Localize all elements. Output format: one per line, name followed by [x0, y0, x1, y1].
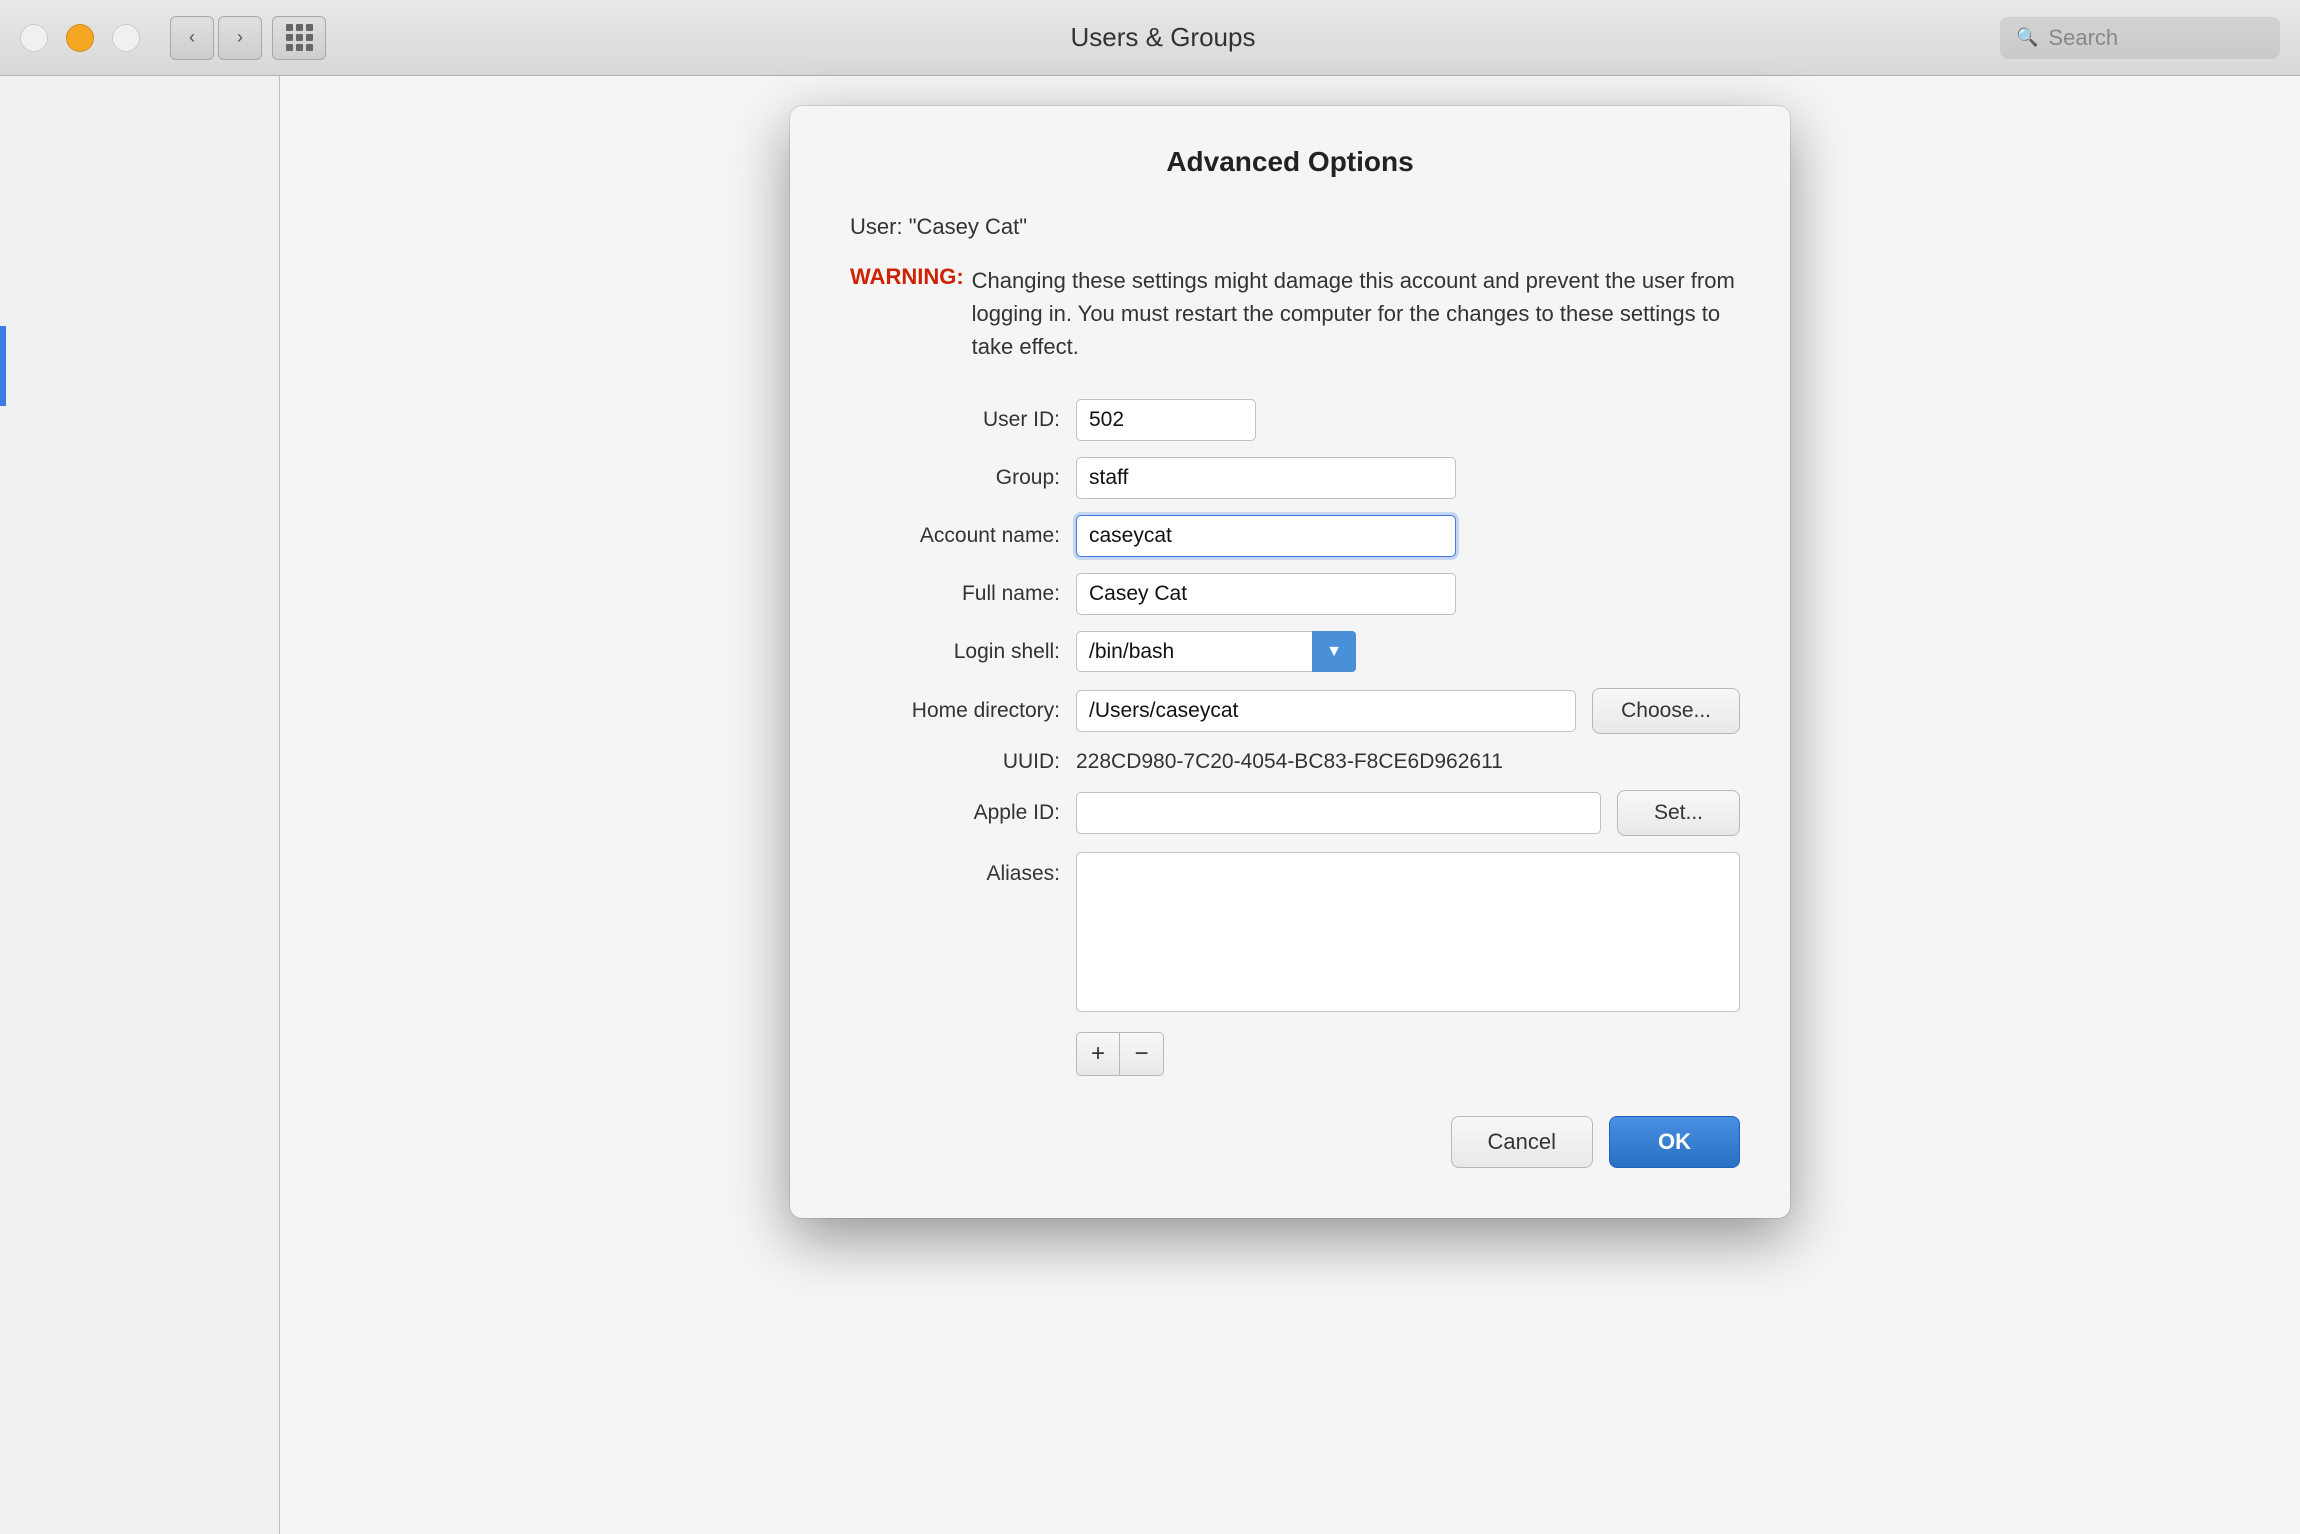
sidebar-selection-accent: [0, 326, 6, 406]
home-dir-input[interactable]: [1076, 690, 1576, 732]
uuid-label: UUID:: [840, 750, 1060, 774]
uuid-value: 228CD980-7C20-4054-BC83-F8CE6D962611: [1076, 750, 1503, 774]
nav-buttons: ‹ ›: [170, 16, 262, 60]
sidebar: [0, 76, 280, 1534]
traffic-lights: [20, 24, 140, 52]
dialog-footer: Cancel OK: [840, 1116, 1740, 1168]
account-name-input[interactable]: [1076, 515, 1456, 557]
group-row: Group:: [840, 457, 1740, 499]
user-id-row: User ID:: [840, 399, 1740, 441]
user-line-value: "Casey Cat": [909, 214, 1027, 239]
login-shell-label: Login shell:: [840, 640, 1060, 664]
grid-icon: [286, 24, 313, 51]
forward-button[interactable]: ›: [218, 16, 262, 60]
aliases-textarea[interactable]: [1076, 852, 1740, 1012]
full-name-input[interactable]: [1076, 573, 1456, 615]
remove-alias-button[interactable]: −: [1120, 1032, 1164, 1076]
grid-view-button[interactable]: [272, 16, 326, 60]
content-panel: Advanced Options User: "Casey Cat" WARNI…: [280, 76, 2300, 1534]
search-icon: 🔍: [2016, 27, 2038, 48]
warning-block: WARNING: Changing these settings might d…: [840, 264, 1740, 363]
apple-id-label: Apple ID:: [840, 801, 1060, 825]
aliases-label: Aliases:: [840, 852, 1060, 886]
home-dir-label: Home directory:: [840, 699, 1060, 723]
apple-id-row: Apple ID: Set...: [840, 790, 1740, 836]
account-name-row: Account name:: [840, 515, 1740, 557]
forward-icon: ›: [237, 27, 243, 48]
form-section: User ID: Group: Account name: Full name:: [840, 399, 1740, 1076]
user-line: User: "Casey Cat": [840, 214, 1740, 240]
back-button[interactable]: ‹: [170, 16, 214, 60]
main-area: Advanced Options User: "Casey Cat" WARNI…: [0, 76, 2300, 1534]
warning-text: Changing these settings might damage thi…: [972, 264, 1740, 363]
add-remove-row: + −: [1076, 1032, 1740, 1076]
full-name-row: Full name:: [840, 573, 1740, 615]
group-input[interactable]: [1076, 457, 1456, 499]
user-id-label: User ID:: [840, 408, 1060, 432]
user-id-input[interactable]: [1076, 399, 1256, 441]
warning-label: WARNING:: [850, 264, 964, 363]
uuid-row: UUID: 228CD980-7C20-4054-BC83-F8CE6D9626…: [840, 750, 1740, 774]
window-chrome: ‹ › Users & Groups 🔍 Search: [0, 0, 2300, 76]
close-button[interactable]: [20, 24, 48, 52]
aliases-row: Aliases:: [840, 852, 1740, 1012]
ok-button[interactable]: OK: [1609, 1116, 1740, 1168]
search-box[interactable]: 🔍 Search: [2000, 17, 2280, 59]
choose-button[interactable]: Choose...: [1592, 688, 1740, 734]
back-icon: ‹: [189, 27, 195, 48]
set-button[interactable]: Set...: [1617, 790, 1740, 836]
advanced-options-dialog: Advanced Options User: "Casey Cat" WARNI…: [790, 106, 1790, 1218]
maximize-button[interactable]: [112, 24, 140, 52]
cancel-button[interactable]: Cancel: [1451, 1116, 1593, 1168]
account-name-label: Account name:: [840, 524, 1060, 548]
user-line-label: User:: [850, 214, 903, 239]
home-dir-row: Home directory: Choose...: [840, 688, 1740, 734]
minimize-button[interactable]: [66, 24, 94, 52]
dialog-title: Advanced Options: [840, 146, 1740, 178]
search-placeholder: Search: [2048, 25, 2118, 51]
full-name-label: Full name:: [840, 582, 1060, 606]
add-alias-button[interactable]: +: [1076, 1032, 1120, 1076]
apple-id-input[interactable]: [1076, 792, 1601, 834]
window-title: Users & Groups: [326, 22, 2000, 53]
login-shell-row: Login shell: /bin/bash /bin/zsh /bin/sh …: [840, 631, 1740, 672]
login-shell-wrapper: /bin/bash /bin/zsh /bin/sh /bin/tcsh /bi…: [1076, 631, 1356, 672]
login-shell-select[interactable]: /bin/bash /bin/zsh /bin/sh /bin/tcsh /bi…: [1076, 631, 1356, 672]
group-label: Group:: [840, 466, 1060, 490]
